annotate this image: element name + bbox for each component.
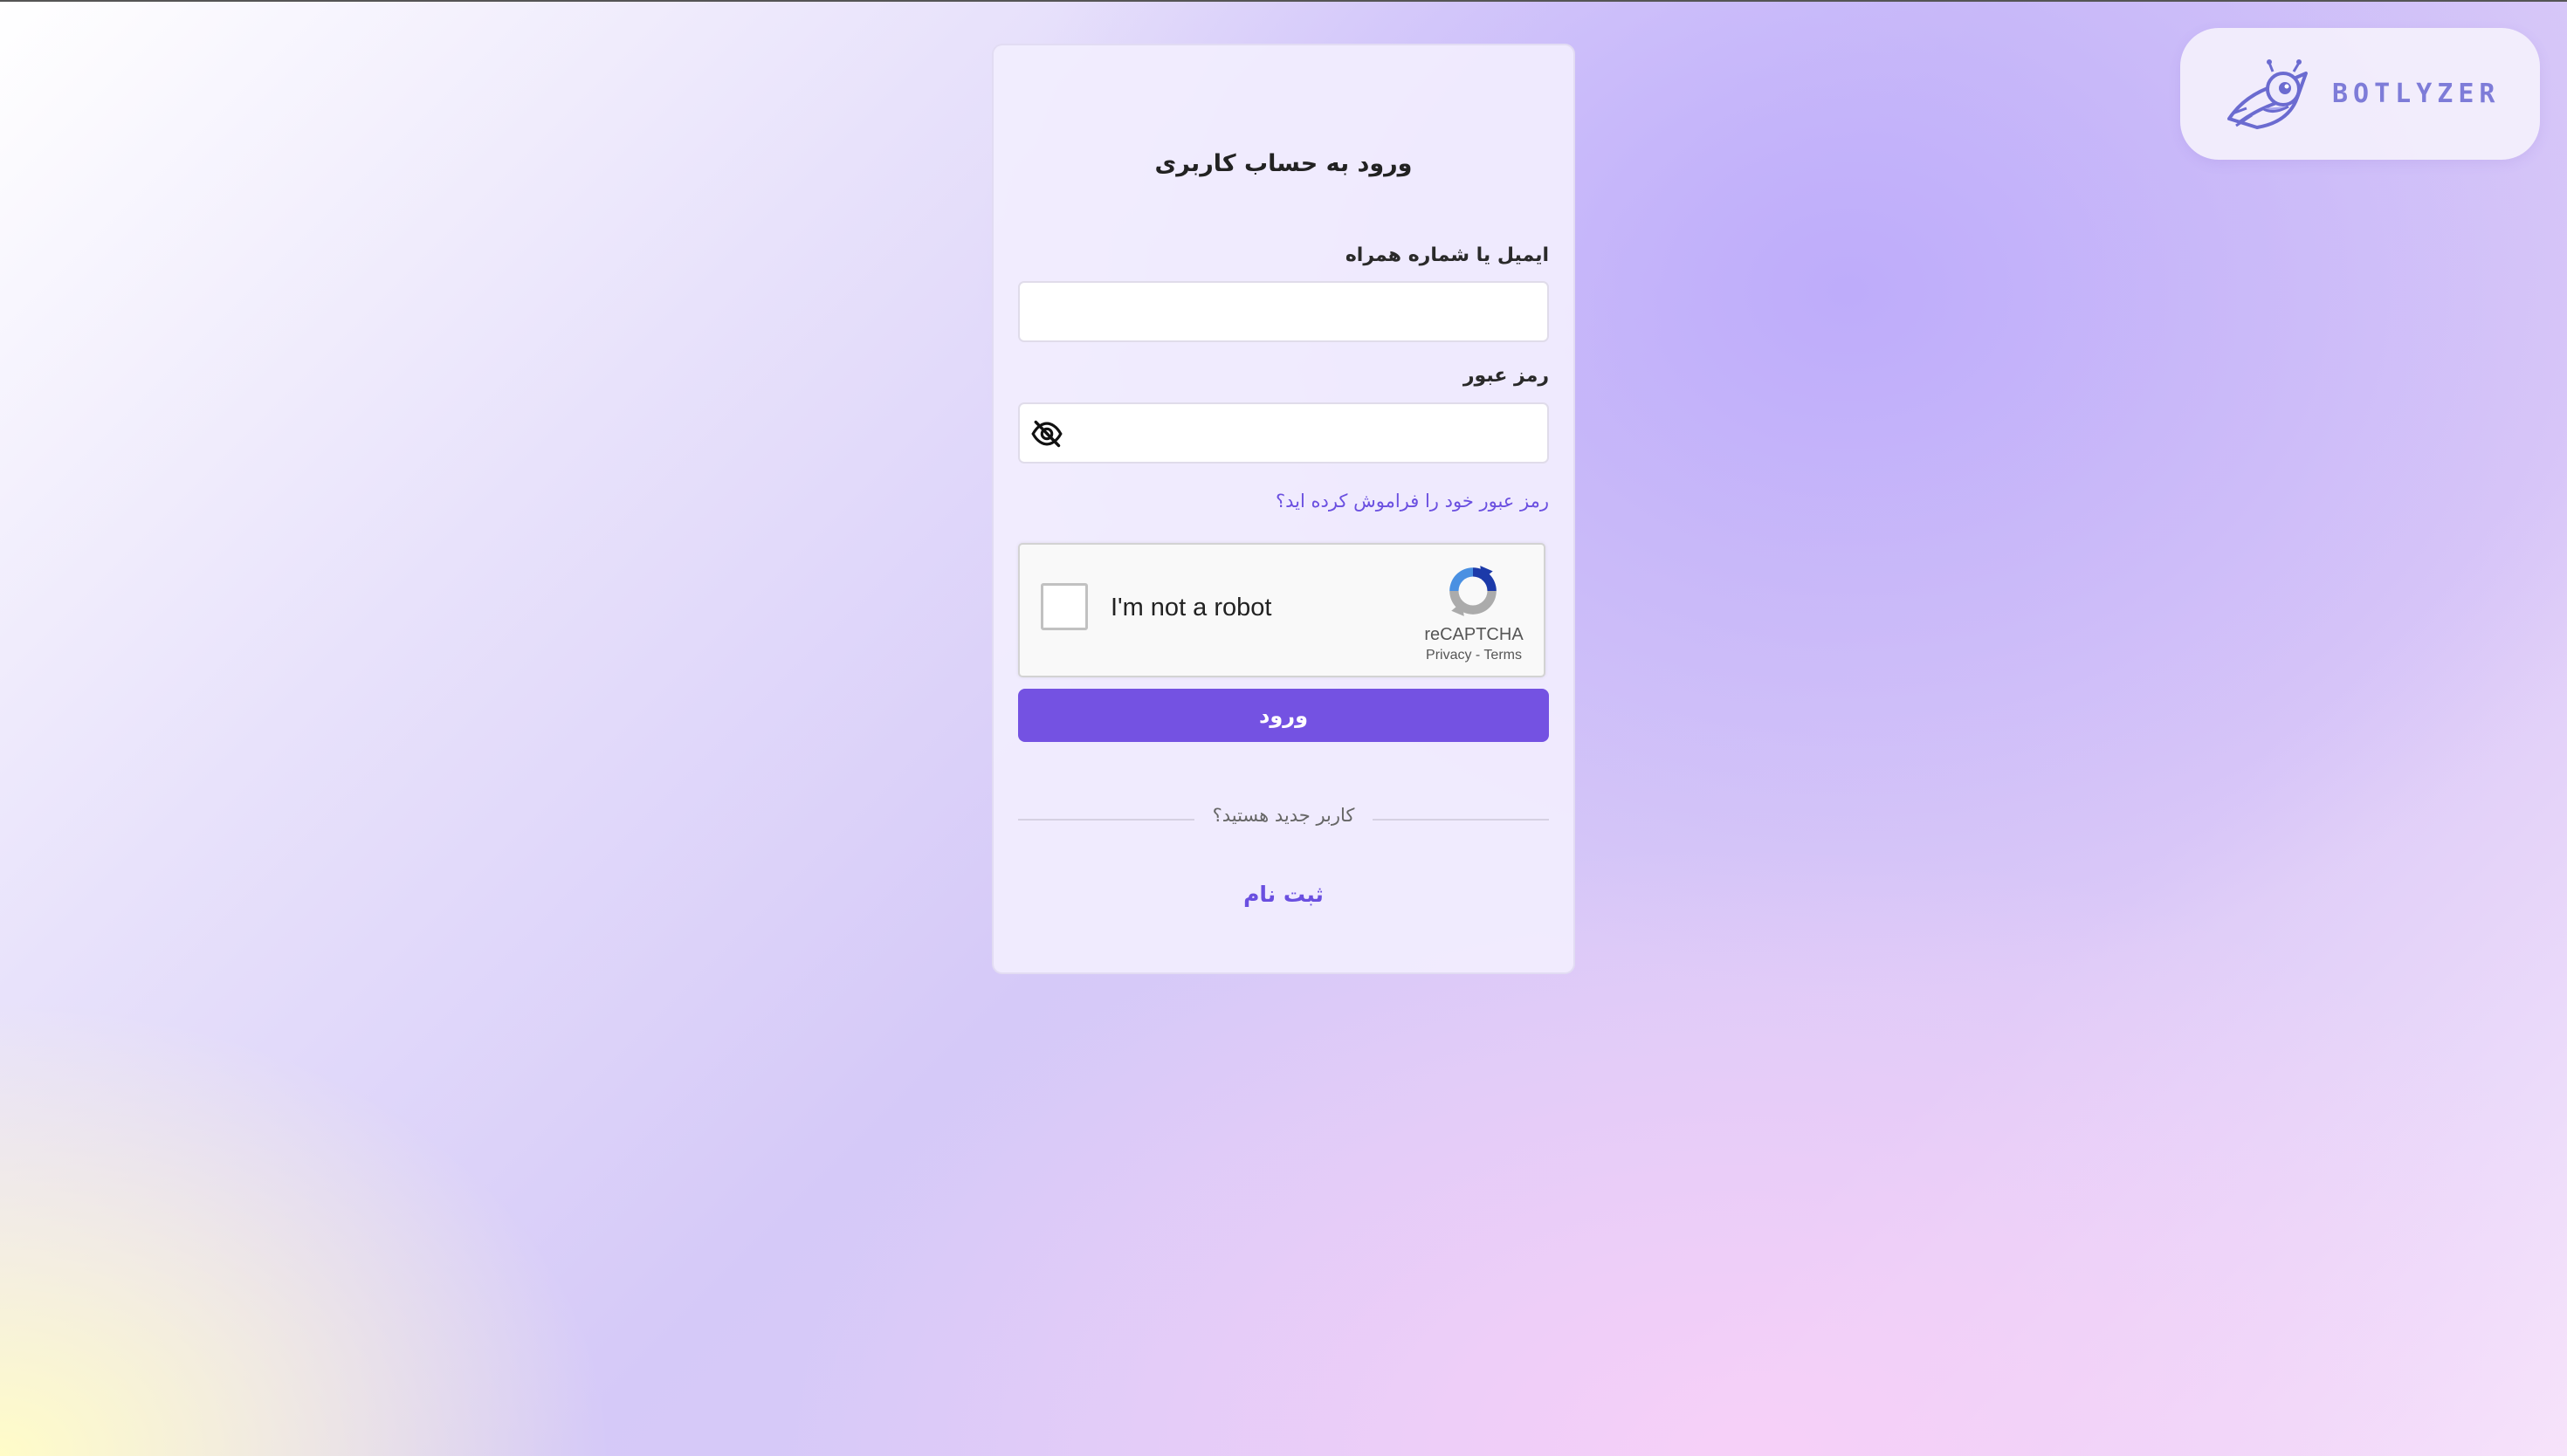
email-label: ایمیل یا شماره همراه xyxy=(1345,244,1549,266)
captcha-checkbox[interactable] xyxy=(1041,583,1088,630)
login-card: ورود به حساب کاربری ایمیل یا شماره همراه… xyxy=(992,44,1575,974)
recaptcha-logo-icon xyxy=(1449,566,1497,616)
captcha-label: I'm not a robot xyxy=(1111,594,1272,622)
recaptcha-widget: I'm not a robot reCAPTCHA Privacy - Term… xyxy=(1018,543,1545,677)
password-label: رمز عبور xyxy=(1462,365,1549,387)
page-title: ورود به حساب کاربری xyxy=(1154,150,1413,177)
password-field[interactable] xyxy=(1018,402,1549,464)
login-button[interactable]: ورود xyxy=(1018,689,1549,742)
recaptcha-privacy-terms[interactable]: Privacy - Terms xyxy=(1387,648,1561,663)
divider-line xyxy=(1018,819,1194,821)
forgot-password-link[interactable]: رمز عبور خود را فراموش کرده اید؟ xyxy=(1276,491,1549,512)
email-field[interactable] xyxy=(1018,281,1549,342)
window-top-border xyxy=(0,0,2567,2)
recaptcha-brand: reCAPTCHA xyxy=(1424,625,1524,644)
eye-off-icon[interactable] xyxy=(1030,417,1063,450)
divider-line xyxy=(1373,819,1549,821)
register-link[interactable]: ثبت نام xyxy=(994,882,1573,907)
brand-logo-text: BOTLYZER xyxy=(2332,79,2501,109)
new-user-prompt: کاربر جدید هستید؟ xyxy=(1212,805,1355,826)
robot-rocket-icon xyxy=(2227,58,2308,129)
brand-logo-badge: BOTLYZER xyxy=(2180,28,2540,160)
